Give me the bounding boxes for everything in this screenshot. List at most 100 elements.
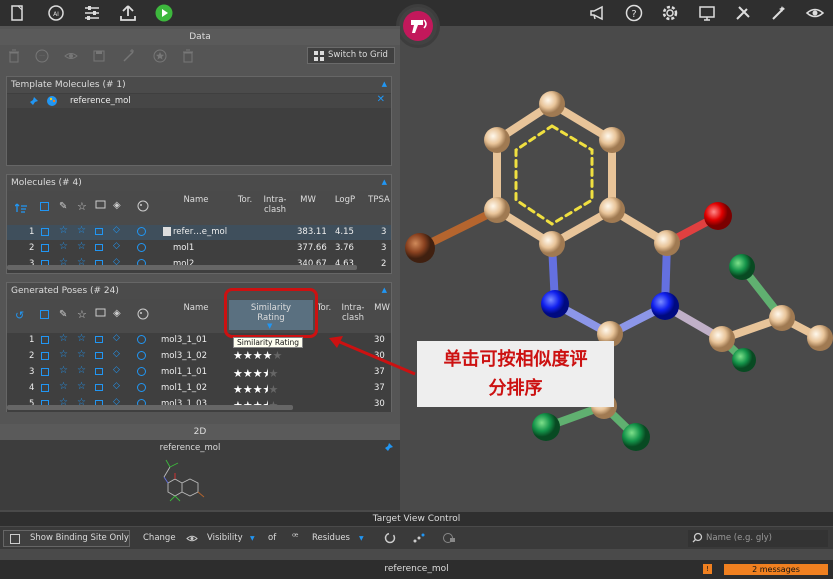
delete-icon[interactable] (180, 48, 196, 64)
comment-icon[interactable] (95, 336, 103, 343)
messages-badge[interactable]: 2 messages (724, 564, 828, 575)
col-name[interactable]: Name (161, 303, 231, 313)
residue-search-input[interactable]: Name (e.g. gly) (688, 530, 828, 547)
comment-column-icon[interactable] (95, 200, 106, 211)
star-column-icon[interactable]: ☆ (77, 308, 87, 321)
visibility-icon[interactable] (63, 48, 79, 64)
drop-icon[interactable]: ◇ (113, 349, 120, 359)
chevron-down-icon[interactable]: ▼ (359, 535, 364, 542)
select-all-checkbox[interactable] (40, 310, 49, 319)
file-icon[interactable] (7, 3, 27, 23)
scatter-icon[interactable] (412, 532, 426, 544)
drop-column-icon[interactable]: ◈ (113, 308, 121, 319)
star-icon[interactable]: ☆ (59, 381, 68, 392)
star-icon[interactable]: ☆ (77, 225, 86, 236)
star-icon[interactable]: ☆ (59, 349, 68, 360)
table-row[interactable]: ☆ ☆ ◇ 1 refer…e_mol 383.11 4.15 3 (7, 225, 391, 240)
tools-icon[interactable] (733, 3, 753, 23)
palette-icon[interactable] (137, 335, 146, 344)
palette-icon[interactable] (137, 383, 146, 392)
palette-icon[interactable] (137, 351, 146, 360)
eye-icon[interactable] (805, 3, 825, 23)
comment-icon[interactable] (95, 228, 103, 235)
pin-icon[interactable] (384, 442, 394, 452)
ai-icon[interactable]: AI (46, 3, 66, 23)
table-row[interactable]: ☆ ☆ ◇ 2 mol1 377.66 3.76 3 (7, 241, 391, 256)
drop-icon[interactable]: ◇ (113, 333, 120, 343)
palette-column-icon[interactable] (137, 200, 149, 212)
drop-icon[interactable]: ◇ (113, 381, 120, 391)
table-row[interactable]: 4 ☆ ☆ ◇ mol1_1_02 37 ★★★⯨★ (7, 381, 391, 396)
row-checkbox[interactable] (41, 228, 49, 236)
switch-to-grid-button[interactable]: Switch to Grid (307, 47, 395, 64)
drop-icon[interactable]: ◇ (113, 365, 120, 375)
comment-icon[interactable] (95, 368, 103, 375)
toggle-icon[interactable] (442, 532, 456, 544)
palette-icon[interactable] (137, 243, 146, 252)
col-mw[interactable]: MW (295, 195, 321, 205)
star-icon[interactable]: ☆ (59, 333, 68, 344)
row-checkbox[interactable] (41, 352, 49, 360)
comment-column-icon[interactable] (95, 308, 106, 319)
drop-column-icon[interactable]: ◈ (113, 200, 121, 211)
palette-icon[interactable] (137, 367, 146, 376)
star-icon[interactable]: ☆ (77, 241, 86, 252)
star-icon[interactable]: ☆ (77, 333, 86, 344)
visibility-dropdown[interactable]: Visibility (207, 530, 243, 547)
palette-icon[interactable] (46, 95, 58, 107)
close-icon[interactable]: ✕ (377, 94, 385, 105)
comment-icon[interactable] (95, 352, 103, 359)
pin-icon[interactable] (29, 96, 39, 106)
magic-wand-icon[interactable] (769, 3, 789, 23)
row-checkbox[interactable] (41, 244, 49, 252)
palette-column-icon[interactable] (137, 308, 149, 320)
star-icon[interactable]: ☆ (59, 225, 68, 236)
palette-icon[interactable] (137, 227, 146, 236)
monitor-icon[interactable] (697, 3, 717, 23)
star-badge-icon[interactable] (152, 48, 168, 64)
star-icon[interactable]: ☆ (59, 365, 68, 376)
reset-icon[interactable] (384, 532, 396, 544)
select-all-checkbox[interactable] (40, 202, 49, 211)
col-tpsa[interactable]: TPSA (367, 195, 391, 205)
col-logp[interactable]: LogP (331, 195, 359, 205)
app-logo[interactable] (396, 4, 440, 48)
pin-column-icon[interactable]: ✎ (59, 309, 67, 320)
star-icon[interactable]: ☆ (77, 349, 86, 360)
col-tor[interactable]: Tor. (234, 195, 256, 205)
show-binding-site-button[interactable]: Show Binding Site Only (3, 530, 130, 547)
megaphone-icon[interactable] (588, 3, 608, 23)
settings-icon[interactable] (660, 3, 680, 23)
collapse-icon[interactable]: ▲ (382, 178, 387, 186)
sort-icon[interactable] (15, 202, 27, 214)
row-checkbox[interactable] (41, 368, 49, 376)
more-icon[interactable]: ··· (34, 48, 50, 64)
upload-icon[interactable] (118, 3, 138, 23)
comment-icon[interactable] (95, 384, 103, 391)
collapse-icon[interactable]: ▲ (382, 286, 387, 294)
star-icon[interactable]: ☆ (77, 381, 86, 392)
comment-icon[interactable] (95, 244, 103, 251)
trash-icon[interactable] (6, 48, 22, 64)
undo-icon[interactable]: ↺ (15, 309, 24, 322)
row-checkbox[interactable] (41, 336, 49, 344)
sliders-icon[interactable] (82, 3, 102, 23)
save-icon[interactable] (91, 48, 107, 64)
star-icon[interactable]: ☆ (77, 365, 86, 376)
residues-dropdown[interactable]: Residues (312, 530, 350, 547)
3d-viewport[interactable] (400, 26, 833, 512)
template-row[interactable]: reference_mol ✕ (7, 94, 391, 108)
horizontal-scrollbar[interactable] (7, 265, 357, 270)
col-intraclash[interactable]: Intra- clash (259, 195, 291, 215)
drop-icon[interactable]: ◇ (113, 241, 120, 251)
horizontal-scrollbar[interactable] (7, 405, 293, 410)
pin-column-icon[interactable]: ✎ (59, 201, 67, 212)
star-column-icon[interactable]: ☆ (77, 200, 87, 213)
play-icon[interactable] (154, 3, 174, 23)
wand-icon[interactable] (121, 48, 137, 64)
star-icon[interactable]: ☆ (59, 241, 68, 252)
drop-icon[interactable]: ◇ (113, 225, 120, 235)
row-checkbox[interactable] (41, 384, 49, 392)
col-name[interactable]: Name (161, 195, 231, 205)
col-intraclash[interactable]: Intra- clash (337, 303, 369, 323)
